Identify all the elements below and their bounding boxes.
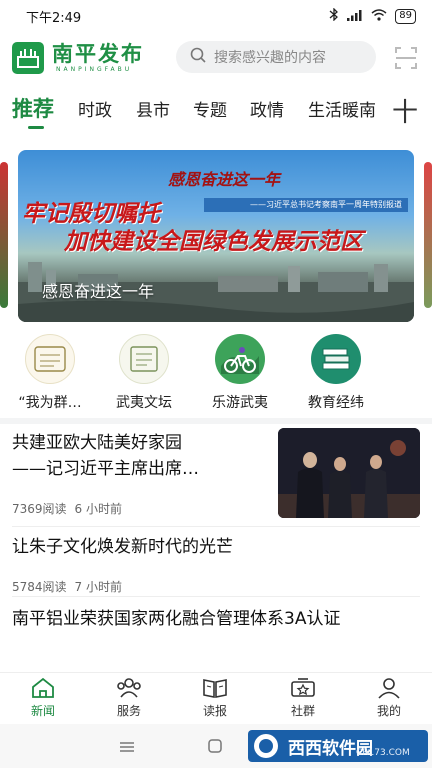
wifi-icon: [371, 8, 387, 24]
publish-time: 7 小时前: [74, 580, 122, 594]
books-icon: [311, 334, 361, 384]
nav-label: 我的: [376, 704, 401, 718]
nav-label: 社群: [290, 704, 315, 718]
scan-icon[interactable]: [394, 46, 418, 70]
news-title-line1: 共建亚欧大陆美好家园: [12, 433, 182, 453]
status-time: 下午2:49: [26, 10, 82, 26]
tab-politics[interactable]: 时政: [78, 96, 112, 121]
quick-entry-row: “我为群… 武夷文坛 乐游武夷 教育经纬: [0, 334, 432, 414]
service-icon: [117, 678, 141, 698]
volunteer-stamp-icon: [25, 334, 75, 384]
nav-profile[interactable]: 我的: [354, 677, 424, 719]
news-item-1[interactable]: 共建亚欧大陆美好家园 ——记习近平主席出席… 7369阅读 6 小时前: [12, 430, 272, 517]
watermark-site: CR173.COM: [356, 748, 410, 758]
home-icon: [32, 677, 54, 698]
search-icon: [190, 47, 206, 67]
banner-kicker: 感恩奋进这一年: [168, 170, 281, 189]
tab-life[interactable]: 生活暖南: [308, 96, 380, 121]
nav-service[interactable]: 服务: [94, 677, 164, 719]
search-input[interactable]: 搜索感兴趣的内容: [176, 41, 376, 73]
bluetooth-icon: [329, 7, 339, 24]
quick-entry-travel[interactable]: 乐游武夷: [192, 334, 288, 412]
quick-entry-label: 乐游武夷: [212, 395, 268, 411]
tab-counties[interactable]: 县市: [136, 96, 170, 121]
news-title: 南平铝业荣获国家两化融合管理体系3A认证: [12, 609, 341, 629]
nav-label: 服务: [116, 704, 141, 718]
news-title: 让朱子文化焕发新时代的光芒: [12, 537, 233, 557]
quick-entry-education[interactable]: 教育经纬: [288, 334, 384, 412]
tab-topics[interactable]: 专题: [193, 96, 227, 121]
banner-next-peek[interactable]: [424, 162, 432, 308]
search-placeholder: 搜索感兴趣的内容: [214, 50, 326, 66]
tab-recommend[interactable]: 推荐: [12, 93, 54, 123]
nav-label: 读报: [202, 704, 227, 718]
watermark: 西西软件园 CR173.COM: [248, 726, 428, 766]
nav-label: 新闻: [30, 704, 55, 718]
news-item-3[interactable]: 南平铝业荣获国家两化融合管理体系3A认证: [12, 604, 420, 634]
battery-indicator: 89: [395, 8, 416, 24]
nav-newspaper[interactable]: 读报: [180, 677, 250, 719]
news-meta: 5784阅读 7 小时前: [12, 578, 420, 595]
menu-icon[interactable]: [120, 738, 134, 757]
app-header: 南平发布 NANPINGFABU 搜索感兴趣的内容: [0, 34, 432, 82]
news-thumbnail[interactable]: [278, 428, 420, 518]
active-tab-indicator: [28, 126, 44, 129]
news-separator: [12, 596, 420, 597]
app-logo-text: 南平发布: [52, 41, 144, 66]
channel-tabs: 推荐 时政 县市 专题 政情 生活暖南 十: [0, 88, 432, 132]
banner-strip: ——习近平总书记考察南平一周年特别报道: [204, 198, 408, 212]
quick-entry-label: 武夷文坛: [116, 395, 172, 411]
cycling-icon: [215, 334, 265, 384]
status-icons: 89: [329, 7, 416, 24]
news-meta: 7369阅读 6 小时前: [12, 500, 272, 517]
banner-caption: 感恩奋进这一年: [42, 282, 155, 301]
status-bar: 下午2:49 89: [0, 0, 432, 32]
banner-headline-2: 加快建设全国绿色发展示范区: [64, 228, 363, 255]
quick-entry-wuyi-forum[interactable]: 武夷文坛: [96, 334, 192, 412]
home-button-icon[interactable]: [208, 738, 222, 757]
tab-government[interactable]: 政情: [250, 96, 284, 121]
app-logo-subtext: NANPINGFABU: [56, 66, 133, 73]
banner-prev-peek[interactable]: [0, 162, 8, 308]
quick-entry-label: 教育经纬: [308, 395, 364, 411]
publish-time: 6 小时前: [74, 502, 122, 516]
quick-entry-label: “我为群…: [18, 395, 82, 411]
profile-icon: [378, 678, 400, 699]
community-icon: [291, 678, 315, 697]
nav-news[interactable]: 新闻: [8, 677, 78, 719]
banner-slide[interactable]: 感恩奋进这一年 ——习近平总书记考察南平一周年特别报道 牢记殷切嘱托 加快建设全…: [18, 150, 414, 322]
newspaper-icon: [203, 679, 227, 698]
news-separator: [12, 526, 420, 527]
news-title-line2: ——记习近平主席出席…: [12, 459, 199, 479]
quick-entry-volunteer[interactable]: “我为群…: [2, 334, 98, 412]
bottom-nav: 新闻 服务 读报 社群 我的: [0, 672, 432, 720]
add-channel-button[interactable]: 十: [392, 92, 418, 129]
read-count: 7369阅读: [12, 502, 67, 516]
wuyi-forum-stamp-icon: [119, 334, 169, 384]
nav-community[interactable]: 社群: [268, 677, 338, 719]
news-item-2[interactable]: 让朱子文化焕发新时代的光芒 5784阅读 7 小时前: [12, 534, 420, 595]
read-count: 5784阅读: [12, 580, 67, 594]
signal-icon: [347, 9, 363, 24]
section-divider: [0, 418, 432, 424]
app-logo-icon: [12, 42, 44, 74]
